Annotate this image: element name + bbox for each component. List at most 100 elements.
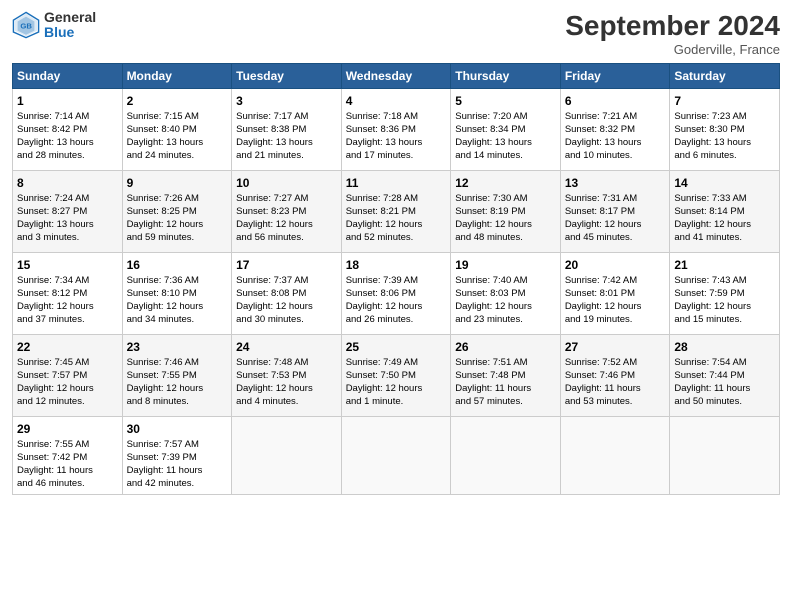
logo-general: General xyxy=(44,10,96,25)
day-info-line: Sunrise: 7:21 AM xyxy=(565,111,666,124)
calendar-cell: 14Sunrise: 7:33 AMSunset: 8:14 PMDayligh… xyxy=(670,171,780,253)
day-info-line: and 30 minutes. xyxy=(236,314,337,327)
day-number: 26 xyxy=(455,339,556,355)
day-number: 12 xyxy=(455,175,556,191)
day-number: 27 xyxy=(565,339,666,355)
day-info-line: Sunset: 8:34 PM xyxy=(455,124,556,137)
calendar-cell: 30Sunrise: 7:57 AMSunset: 7:39 PMDayligh… xyxy=(122,417,232,495)
day-info-line: Sunset: 8:19 PM xyxy=(455,206,556,219)
day-info-line: Sunrise: 7:55 AM xyxy=(17,439,118,452)
day-number: 11 xyxy=(346,175,447,191)
day-info-line: Daylight: 12 hours xyxy=(455,301,556,314)
calendar-cell xyxy=(670,417,780,495)
day-info-line: and 23 minutes. xyxy=(455,314,556,327)
calendar-cell: 12Sunrise: 7:30 AMSunset: 8:19 PMDayligh… xyxy=(451,171,561,253)
day-info-line: and 24 minutes. xyxy=(127,150,228,163)
day-info-line: and 57 minutes. xyxy=(455,396,556,409)
day-info-line: Sunset: 7:57 PM xyxy=(17,370,118,383)
day-number: 28 xyxy=(674,339,775,355)
calendar-cell xyxy=(232,417,342,495)
day-info-line: Sunset: 8:01 PM xyxy=(565,288,666,301)
day-info-line: Daylight: 13 hours xyxy=(127,137,228,150)
day-number: 3 xyxy=(236,93,337,109)
col-header-tuesday: Tuesday xyxy=(232,64,342,89)
day-info-line: and 48 minutes. xyxy=(455,232,556,245)
day-info-line: Daylight: 11 hours xyxy=(17,465,118,478)
day-number: 4 xyxy=(346,93,447,109)
day-info-line: and 12 minutes. xyxy=(17,396,118,409)
day-number: 19 xyxy=(455,257,556,273)
day-info-line: Daylight: 12 hours xyxy=(674,219,775,232)
day-number: 15 xyxy=(17,257,118,273)
day-info-line: Sunset: 8:30 PM xyxy=(674,124,775,137)
day-info-line: Sunrise: 7:46 AM xyxy=(127,357,228,370)
day-info-line: Daylight: 13 hours xyxy=(565,137,666,150)
day-info-line: Sunset: 8:10 PM xyxy=(127,288,228,301)
day-info-line: Sunrise: 7:43 AM xyxy=(674,275,775,288)
col-header-thursday: Thursday xyxy=(451,64,561,89)
day-info-line: and 56 minutes. xyxy=(236,232,337,245)
calendar-cell: 16Sunrise: 7:36 AMSunset: 8:10 PMDayligh… xyxy=(122,253,232,335)
day-info-line: Sunset: 8:14 PM xyxy=(674,206,775,219)
day-info-line: Sunset: 7:50 PM xyxy=(346,370,447,383)
day-info-line: Daylight: 11 hours xyxy=(455,383,556,396)
day-info-line: Daylight: 12 hours xyxy=(236,219,337,232)
calendar-cell: 21Sunrise: 7:43 AMSunset: 7:59 PMDayligh… xyxy=(670,253,780,335)
day-info-line: Sunset: 8:03 PM xyxy=(455,288,556,301)
calendar-cell: 2Sunrise: 7:15 AMSunset: 8:40 PMDaylight… xyxy=(122,89,232,171)
calendar-cell xyxy=(341,417,451,495)
day-info-line: and 50 minutes. xyxy=(674,396,775,409)
day-info-line: Sunset: 7:44 PM xyxy=(674,370,775,383)
calendar-cell: 23Sunrise: 7:46 AMSunset: 7:55 PMDayligh… xyxy=(122,335,232,417)
day-info-line: and 59 minutes. xyxy=(127,232,228,245)
day-info-line: Daylight: 12 hours xyxy=(17,383,118,396)
calendar-cell xyxy=(451,417,561,495)
day-info-line: Sunrise: 7:31 AM xyxy=(565,193,666,206)
day-number: 18 xyxy=(346,257,447,273)
day-info-line: Daylight: 12 hours xyxy=(455,219,556,232)
day-info-line: Sunrise: 7:26 AM xyxy=(127,193,228,206)
logo: GB General Blue xyxy=(12,10,96,41)
day-info-line: Daylight: 12 hours xyxy=(127,301,228,314)
day-info-line: Sunrise: 7:42 AM xyxy=(565,275,666,288)
day-info-line: Sunrise: 7:24 AM xyxy=(17,193,118,206)
svg-text:GB: GB xyxy=(20,22,32,31)
day-info-line: Sunset: 8:25 PM xyxy=(127,206,228,219)
calendar-row: 29Sunrise: 7:55 AMSunset: 7:42 PMDayligh… xyxy=(13,417,780,495)
day-info-line: Sunset: 8:21 PM xyxy=(346,206,447,219)
page: GB General Blue September 2024 Godervill… xyxy=(0,0,792,612)
day-info-line: Sunrise: 7:48 AM xyxy=(236,357,337,370)
day-info-line: and 34 minutes. xyxy=(127,314,228,327)
day-info-line: Daylight: 13 hours xyxy=(346,137,447,150)
day-info-line: Sunrise: 7:17 AM xyxy=(236,111,337,124)
day-info-line: and 41 minutes. xyxy=(674,232,775,245)
day-info-line: Daylight: 12 hours xyxy=(346,219,447,232)
day-number: 8 xyxy=(17,175,118,191)
day-number: 30 xyxy=(127,421,228,437)
day-info-line: Sunset: 8:38 PM xyxy=(236,124,337,137)
day-info-line: Sunrise: 7:28 AM xyxy=(346,193,447,206)
title-block: September 2024 Goderville, France xyxy=(565,10,780,57)
day-number: 13 xyxy=(565,175,666,191)
day-number: 29 xyxy=(17,421,118,437)
day-info-line: Daylight: 12 hours xyxy=(565,301,666,314)
calendar-cell: 10Sunrise: 7:27 AMSunset: 8:23 PMDayligh… xyxy=(232,171,342,253)
col-header-monday: Monday xyxy=(122,64,232,89)
calendar-cell: 24Sunrise: 7:48 AMSunset: 7:53 PMDayligh… xyxy=(232,335,342,417)
day-info-line: Sunrise: 7:27 AM xyxy=(236,193,337,206)
day-info-line: Sunrise: 7:45 AM xyxy=(17,357,118,370)
day-info-line: and 45 minutes. xyxy=(565,232,666,245)
day-info-line: Sunrise: 7:54 AM xyxy=(674,357,775,370)
col-header-saturday: Saturday xyxy=(670,64,780,89)
day-info-line: Sunset: 7:39 PM xyxy=(127,452,228,465)
day-info-line: Daylight: 13 hours xyxy=(17,137,118,150)
day-info-line: and 15 minutes. xyxy=(674,314,775,327)
day-info-line: and 3 minutes. xyxy=(17,232,118,245)
calendar-cell: 27Sunrise: 7:52 AMSunset: 7:46 PMDayligh… xyxy=(560,335,670,417)
day-info-line: and 14 minutes. xyxy=(455,150,556,163)
day-info-line: Sunset: 8:23 PM xyxy=(236,206,337,219)
calendar-cell: 26Sunrise: 7:51 AMSunset: 7:48 PMDayligh… xyxy=(451,335,561,417)
day-info-line: Daylight: 11 hours xyxy=(674,383,775,396)
day-info-line: and 53 minutes. xyxy=(565,396,666,409)
day-info-line: Daylight: 11 hours xyxy=(565,383,666,396)
